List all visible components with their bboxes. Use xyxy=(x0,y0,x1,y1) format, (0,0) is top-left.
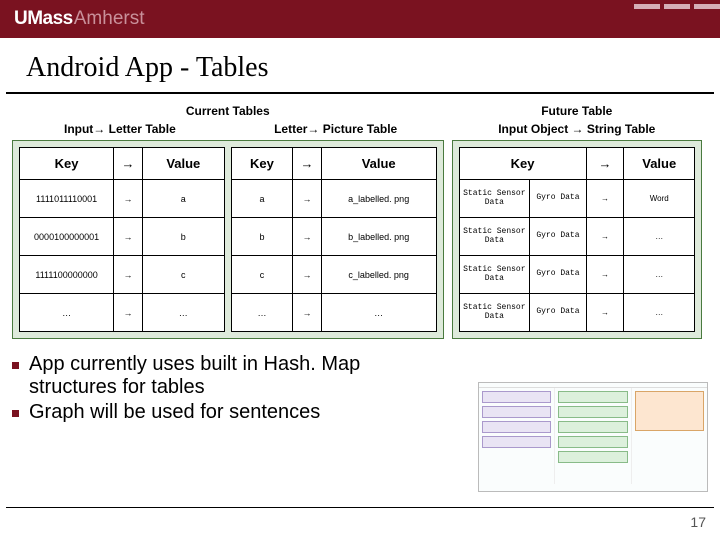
footer-divider xyxy=(6,507,714,508)
cell-value: b xyxy=(142,218,224,256)
cell-value: … xyxy=(624,294,695,332)
th-key: Key xyxy=(231,148,292,180)
table-row: 0000100000001→b xyxy=(20,218,225,256)
arrow-icon: → xyxy=(114,218,143,256)
input-object-string-table: Key → Value Static Sensor DataGyro Data→… xyxy=(459,147,696,332)
cell-key1: Static Sensor Data xyxy=(459,294,530,332)
input-letter-label: Input→ Letter Table xyxy=(12,122,228,136)
arrow-icon: → xyxy=(293,180,322,218)
th-value: Value xyxy=(624,148,695,180)
cell-value: a_labelled. png xyxy=(321,180,436,218)
th-key: Key xyxy=(459,148,586,180)
cell-key: … xyxy=(20,294,114,332)
cell-value: … xyxy=(142,294,224,332)
cell-key1: Static Sensor Data xyxy=(459,218,530,256)
cell-value: Word xyxy=(624,180,695,218)
cell-value: … xyxy=(624,218,695,256)
cell-key2: Gyro Data xyxy=(530,294,587,332)
arrow-icon: → xyxy=(293,218,322,256)
cell-value: … xyxy=(624,256,695,294)
letter-picture-label: Letter→ Picture Table xyxy=(228,122,444,136)
cell-key: … xyxy=(231,294,292,332)
cell-value: a xyxy=(142,180,224,218)
input-object-string-label: Input Object → String Table xyxy=(452,122,703,136)
arrow-icon: → xyxy=(114,256,143,294)
current-tables-group: Current Tables Input→ Letter Table Lette… xyxy=(12,104,444,339)
table-row: a→a_labelled. png xyxy=(231,180,436,218)
future-table-group: Future Table Input Object → String Table… xyxy=(452,104,703,339)
future-table-label: Future Table xyxy=(452,104,703,118)
diagram-thumbnail xyxy=(478,382,708,492)
brand-accent-icon xyxy=(634,4,720,9)
cell-key2: Gyro Data xyxy=(530,180,587,218)
brand-part2: Amherst xyxy=(74,8,145,30)
table-row: 1111100000000→c xyxy=(20,256,225,294)
cell-key2: Gyro Data xyxy=(530,256,587,294)
current-tables-box: Key → Value 1111011110001→a 000010000000… xyxy=(12,140,444,339)
table-row: c→c_labelled. png xyxy=(231,256,436,294)
arrow-icon: → xyxy=(293,256,322,294)
arrow-icon: → xyxy=(586,256,624,294)
cell-key: c xyxy=(231,256,292,294)
table-row: 1111011110001→a xyxy=(20,180,225,218)
brand-part1: UMass xyxy=(14,8,73,30)
table-row: …→… xyxy=(20,294,225,332)
brand-bar: UMass Amherst xyxy=(0,0,720,38)
table-groups: Current Tables Input→ Letter Table Lette… xyxy=(12,104,708,339)
table-row: …→… xyxy=(231,294,436,332)
arrow-icon: → xyxy=(114,148,143,180)
cell-key2: Gyro Data xyxy=(530,218,587,256)
page-title: Android App - Tables xyxy=(6,38,714,94)
arrow-icon: → xyxy=(293,148,322,180)
bullet-icon xyxy=(12,362,19,369)
th-key: Key xyxy=(20,148,114,180)
arrow-icon: → xyxy=(293,294,322,332)
table-row: Static Sensor DataGyro Data→… xyxy=(459,294,695,332)
table-row: Static Sensor DataGyro Data→… xyxy=(459,218,695,256)
cell-value: … xyxy=(321,294,436,332)
cell-key: b xyxy=(231,218,292,256)
cell-value: c_labelled. png xyxy=(321,256,436,294)
bullet-text: Graph will be used for sentences xyxy=(29,401,320,424)
arrow-icon: → xyxy=(586,148,624,180)
arrow-icon: → xyxy=(114,180,143,218)
cell-key: 1111011110001 xyxy=(20,180,114,218)
future-table-box: Key → Value Static Sensor DataGyro Data→… xyxy=(452,140,703,339)
current-tables-label: Current Tables xyxy=(12,104,444,118)
th-value: Value xyxy=(142,148,224,180)
letter-picture-table: Key → Value a→a_labelled. png b→b_labell… xyxy=(231,147,437,332)
cell-value: c xyxy=(142,256,224,294)
cell-value: b_labelled. png xyxy=(321,218,436,256)
table-row: Static Sensor DataGyro Data→… xyxy=(459,256,695,294)
page-number: 17 xyxy=(690,514,706,530)
input-letter-table: Key → Value 1111011110001→a 000010000000… xyxy=(19,147,225,332)
table-row: b→b_labelled. png xyxy=(231,218,436,256)
table-row: Static Sensor DataGyro Data→Word xyxy=(459,180,695,218)
slide: UMass Amherst Android App - Tables Curre… xyxy=(0,0,720,540)
cell-key: 1111100000000 xyxy=(20,256,114,294)
cell-key1: Static Sensor Data xyxy=(459,256,530,294)
bullet-icon xyxy=(12,410,19,417)
bullet-text: App currently uses built in Hash. Map st… xyxy=(29,353,429,399)
arrow-icon: → xyxy=(586,180,624,218)
cell-key: 0000100000001 xyxy=(20,218,114,256)
arrow-icon: → xyxy=(586,294,624,332)
cell-key: a xyxy=(231,180,292,218)
arrow-icon: → xyxy=(586,218,624,256)
cell-key1: Static Sensor Data xyxy=(459,180,530,218)
arrow-icon: → xyxy=(114,294,143,332)
th-value: Value xyxy=(321,148,436,180)
